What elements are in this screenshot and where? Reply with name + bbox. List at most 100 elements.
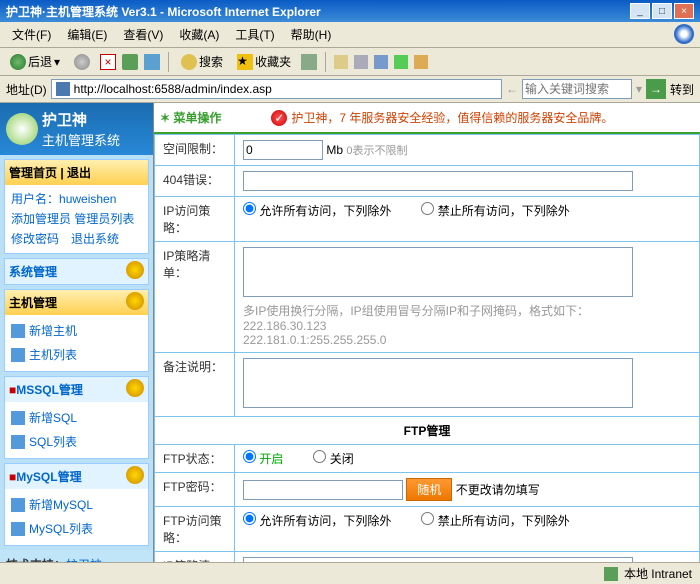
settings-form: 空间限制： Mb 0表示不限制 404错误： IP访问策略： 允许所有访问，下列…: [154, 134, 700, 562]
gear-icon: [126, 292, 144, 310]
search-icon: [181, 54, 197, 70]
space-limit-input[interactable]: [243, 140, 323, 160]
content-area: 护卫神主机管理系统 管理首页 | 退出 用户名：huweishen 添加管理员 …: [0, 103, 700, 562]
go-label[interactable]: 转到: [670, 81, 694, 98]
forward-icon: [74, 54, 90, 70]
page-icon: [11, 435, 25, 449]
back-button[interactable]: 后退 ▾: [6, 51, 64, 72]
search-button[interactable]: 搜索: [177, 51, 227, 72]
close-button[interactable]: ×: [674, 3, 694, 19]
ops-bar: ✶ 菜单操作 ✓护卫神，7 年服务器安全经验，值得信赖的服务器安全品牌。: [154, 103, 700, 134]
zone-label: 本地 Intranet: [624, 565, 692, 582]
slogan: ✓护卫神，7 年服务器安全经验，值得信赖的服务器安全品牌。: [271, 109, 613, 126]
page-icon: [11, 348, 25, 362]
zone-icon: [604, 567, 618, 581]
print-icon[interactable]: [354, 55, 368, 69]
favorites-button[interactable]: ★收藏夹: [233, 51, 295, 72]
sidebar-item-sql-list[interactable]: SQL列表: [11, 430, 142, 454]
gear-icon: [126, 466, 144, 484]
link-add-admin[interactable]: 添加管理员: [11, 212, 71, 226]
nav-host-header[interactable]: 主机管理: [5, 290, 148, 315]
minimize-button[interactable]: _: [630, 3, 650, 19]
remark-textarea[interactable]: [243, 358, 633, 408]
page-icon: [56, 82, 70, 96]
sidebar-item-add-mysql[interactable]: 新增MySQL: [11, 493, 142, 517]
refresh-icon[interactable]: [122, 54, 138, 70]
link-tech-support[interactable]: 护卫神: [66, 558, 102, 562]
radio-ip-allow[interactable]: 允许所有访问，下列除外: [243, 204, 391, 218]
stop-icon[interactable]: ×: [100, 54, 116, 70]
keyword-search-input[interactable]: [522, 79, 632, 99]
nav-system: 系统管理: [4, 258, 149, 285]
addressbar: 地址(D) http://localhost:6588/admin/index.…: [0, 76, 700, 103]
window-title: 护卫神·主机管理系统 Ver3.1 - Microsoft Internet E…: [6, 3, 321, 20]
radio-ftp-on[interactable]: 开启: [243, 452, 283, 466]
menubar: 文件(F) 编辑(E) 查看(V) 收藏(A) 工具(T) 帮助(H): [0, 22, 700, 48]
nav-mysql: ■MySQL管理 新增MySQL MySQL列表: [4, 463, 149, 546]
address-label: 地址(D): [6, 81, 47, 98]
separator: [325, 52, 326, 72]
ie-logo-icon: [674, 24, 694, 44]
brand-logo-icon: [6, 113, 38, 145]
sidebar-item-add-sql[interactable]: 新增SQL: [11, 406, 142, 430]
page-icon: [11, 324, 25, 338]
link-logout[interactable]: 退出系统: [71, 232, 119, 246]
menu-edit[interactable]: 编辑(E): [61, 24, 113, 45]
shield-icon: ✓: [271, 110, 287, 126]
address-input[interactable]: http://localhost:6588/admin/index.asp: [51, 79, 502, 99]
menu-view[interactable]: 查看(V): [117, 24, 169, 45]
separator: [168, 52, 169, 72]
folder-icon[interactable]: [414, 55, 428, 69]
star-icon: ★: [237, 54, 253, 70]
window-titlebar: 护卫神·主机管理系统 Ver3.1 - Microsoft Internet E…: [0, 0, 700, 22]
maximize-button[interactable]: □: [652, 3, 672, 19]
link-change-pwd[interactable]: 修改密码: [11, 232, 59, 246]
username-value: huweishen: [59, 192, 116, 206]
radio-ip-deny[interactable]: 禁止所有访问，下列除外: [421, 204, 569, 218]
nav-mssql-header[interactable]: ■MSSQL管理: [5, 377, 148, 402]
menu-tools[interactable]: 工具(T): [229, 24, 280, 45]
menu-file[interactable]: 文件(F): [6, 24, 57, 45]
messenger-icon[interactable]: [394, 55, 408, 69]
history-icon[interactable]: [301, 54, 317, 70]
random-pwd-button[interactable]: 随机: [406, 478, 452, 501]
window-controls: _ □ ×: [630, 3, 694, 19]
edit-icon[interactable]: [374, 55, 388, 69]
menu-help[interactable]: 帮助(H): [285, 24, 338, 45]
sidebar-footer: 技术支持：护卫神 官方：Host.huweishen.com 注意事项：此程序由…: [0, 550, 153, 562]
main-panel: ✶ 菜单操作 ✓护卫神，7 年服务器安全经验，值得信赖的服务器安全品牌。 空间限…: [154, 103, 700, 562]
ip-list-textarea[interactable]: [243, 247, 633, 297]
forward-button[interactable]: [70, 52, 94, 72]
back-icon: [10, 54, 26, 70]
nav-home: 管理首页 | 退出 用户名：huweishen 添加管理员 管理员列表 修改密码…: [4, 159, 149, 254]
link-admin-list[interactable]: 管理员列表: [74, 212, 134, 226]
ftp-section-header: FTP管理: [155, 417, 700, 445]
error404-input[interactable]: [243, 171, 633, 191]
nav-host: 主机管理 新增主机 主机列表: [4, 289, 149, 372]
page-icon: [11, 522, 25, 536]
gear-icon: [126, 379, 144, 397]
page-icon: [11, 411, 25, 425]
radio-ftp-off[interactable]: 关闭: [313, 452, 353, 466]
radio-ftp-deny[interactable]: 禁止所有访问，下列除外: [421, 514, 569, 528]
nav-mssql: ■MSSQL管理 新增SQL SQL列表: [4, 376, 149, 459]
sidebar: 护卫神主机管理系统 管理首页 | 退出 用户名：huweishen 添加管理员 …: [0, 103, 154, 562]
nav-mysql-header[interactable]: ■MySQL管理: [5, 464, 148, 489]
ftp-ip-list-textarea[interactable]: [243, 557, 633, 562]
statusbar: 本地 Intranet: [0, 562, 700, 584]
sidebar-item-add-host[interactable]: 新增主机: [11, 319, 142, 343]
brand-header: 护卫神主机管理系统: [0, 103, 153, 155]
home-icon[interactable]: [144, 54, 160, 70]
go-button[interactable]: →: [646, 79, 666, 99]
radio-ftp-allow[interactable]: 允许所有访问，下列除外: [243, 514, 391, 528]
nav-home-header[interactable]: 管理首页 | 退出: [5, 160, 148, 185]
sidebar-item-mysql-list[interactable]: MySQL列表: [11, 517, 142, 541]
mail-icon[interactable]: [334, 55, 348, 69]
url-text: http://localhost:6588/admin/index.asp: [74, 82, 272, 96]
ftp-password-input[interactable]: [243, 480, 403, 500]
toolbar: 后退 ▾ × 搜索 ★收藏夹: [0, 48, 700, 76]
menu-favorites[interactable]: 收藏(A): [173, 24, 225, 45]
nav-system-header[interactable]: 系统管理: [5, 259, 148, 284]
sidebar-item-host-list[interactable]: 主机列表: [11, 343, 142, 367]
page-icon: [11, 498, 25, 512]
